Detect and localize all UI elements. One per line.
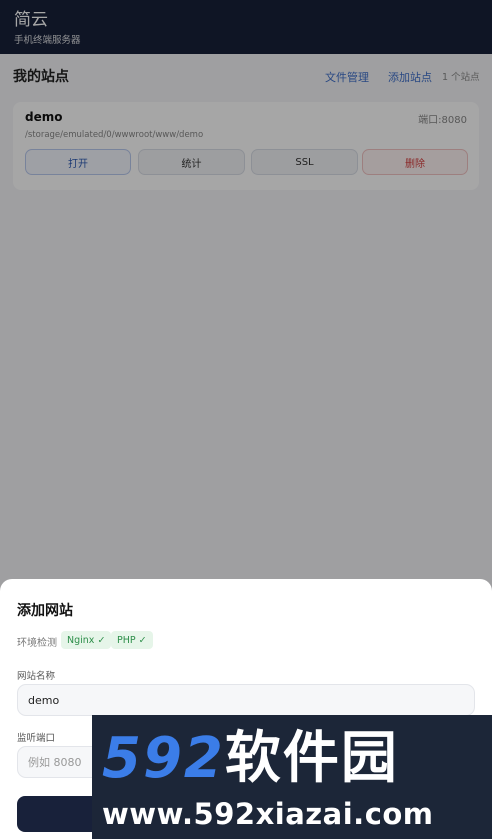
watermark-logo: 592软件园 www.592xiazai.com: [92, 715, 492, 839]
listen-port-label: 监听端口: [17, 733, 56, 744]
nginx-status-badge: Nginx ✓: [61, 631, 112, 649]
php-status-badge: PHP ✓: [111, 631, 153, 649]
watermark-brand-number: 592: [102, 726, 225, 791]
watermark-brand-text: 软件园: [224, 726, 399, 791]
env-check-label: 环境检测: [17, 638, 57, 649]
sheet-title: 添加网站: [17, 603, 73, 619]
site-name-input[interactable]: [17, 684, 475, 716]
watermark-url: www.592xiazai.com: [102, 797, 434, 831]
watermark-brand: 592软件园: [102, 729, 399, 789]
site-name-label: 网站名称: [17, 671, 56, 682]
